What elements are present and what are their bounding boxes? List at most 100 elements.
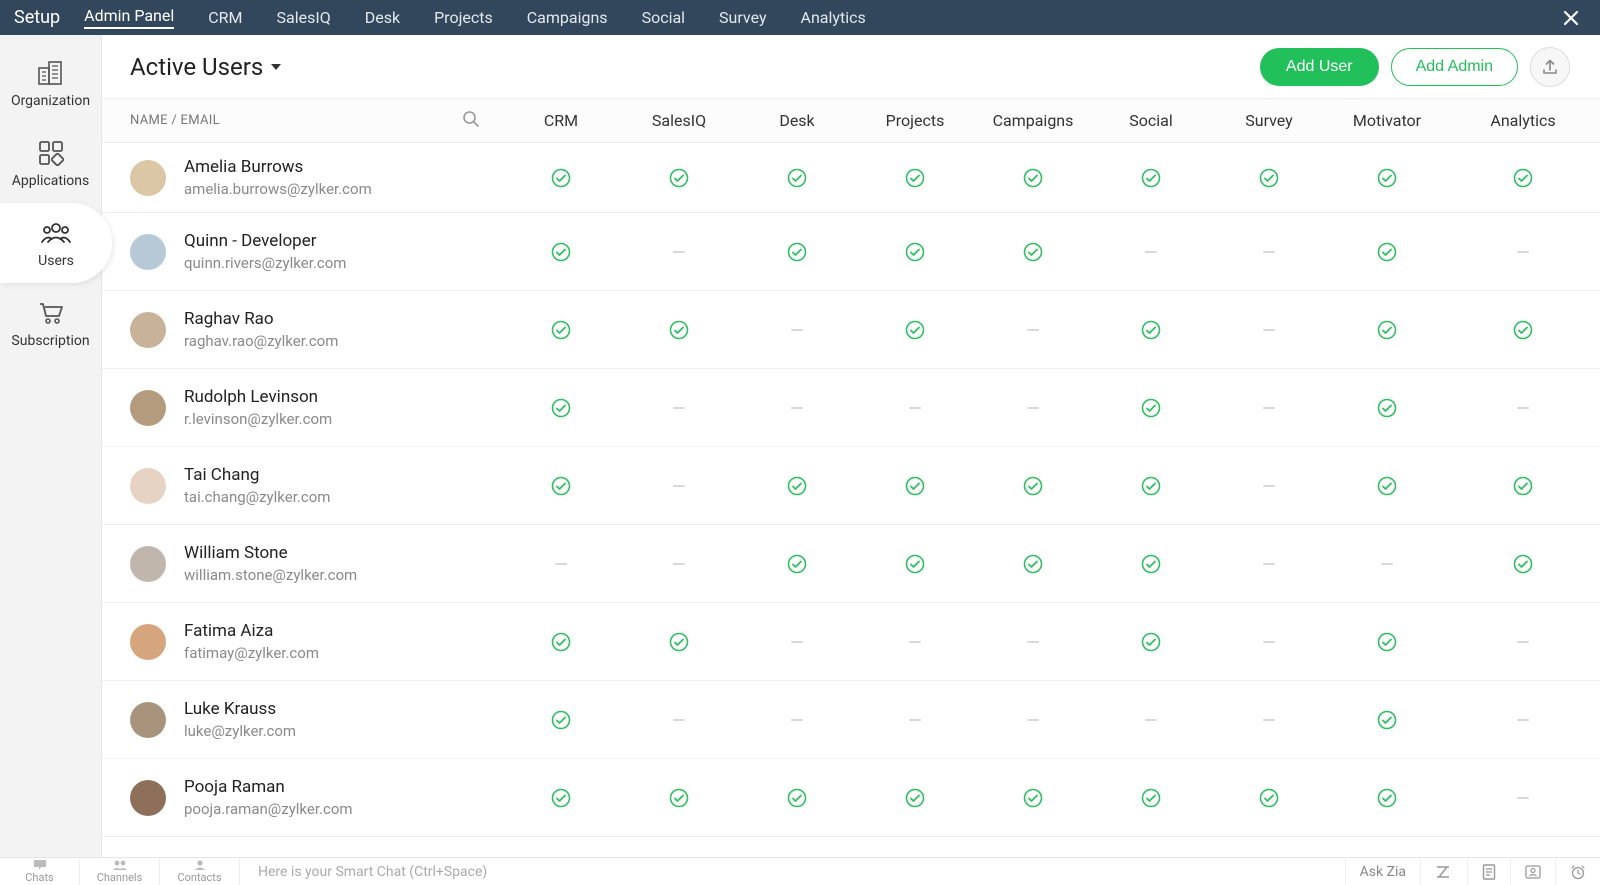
user-row[interactable]: Rudolph Levinsonr.levinson@zylker.com <box>102 369 1600 447</box>
access-cell-desk[interactable] <box>738 719 856 721</box>
access-cell-desk[interactable] <box>738 641 856 643</box>
user-row[interactable]: Luke Kraussluke@zylker.com <box>102 681 1600 759</box>
access-cell-social[interactable] <box>1092 788 1210 808</box>
access-cell-survey[interactable] <box>1210 407 1328 409</box>
footer-tool-1[interactable] <box>1420 858 1467 885</box>
access-cell-projects[interactable] <box>856 242 974 262</box>
access-cell-salesiq[interactable] <box>620 320 738 340</box>
access-cell-campaigns[interactable] <box>974 719 1092 721</box>
access-cell-analytics[interactable] <box>1446 476 1600 496</box>
access-cell-survey[interactable] <box>1210 168 1328 188</box>
access-cell-social[interactable] <box>1092 719 1210 721</box>
access-cell-salesiq[interactable] <box>620 168 738 188</box>
top-tab-analytics[interactable]: Analytics <box>801 8 866 27</box>
access-cell-motivator[interactable] <box>1328 710 1446 730</box>
access-cell-salesiq[interactable] <box>620 485 738 487</box>
access-cell-analytics[interactable] <box>1446 719 1600 721</box>
search-button[interactable] <box>462 110 480 132</box>
access-cell-analytics[interactable] <box>1446 407 1600 409</box>
access-cell-campaigns[interactable] <box>974 168 1092 188</box>
access-cell-salesiq[interactable] <box>620 632 738 652</box>
footer-tool-2[interactable] <box>1467 858 1510 885</box>
sidebar-item-organization[interactable]: Organization <box>0 43 101 123</box>
top-tab-salesiq[interactable]: SalesIQ <box>277 8 331 27</box>
access-cell-social[interactable] <box>1092 398 1210 418</box>
access-cell-analytics[interactable] <box>1446 554 1600 574</box>
column-header-survey[interactable]: Survey <box>1210 111 1328 130</box>
user-row[interactable]: Quinn - Developerquinn.rivers@zylker.com <box>102 213 1600 291</box>
access-cell-survey[interactable] <box>1210 788 1328 808</box>
access-cell-survey[interactable] <box>1210 563 1328 565</box>
footer-tab-contacts[interactable]: Contacts <box>160 858 240 885</box>
access-cell-motivator[interactable] <box>1328 242 1446 262</box>
access-cell-survey[interactable] <box>1210 485 1328 487</box>
access-cell-desk[interactable] <box>738 242 856 262</box>
access-cell-crm[interactable] <box>502 632 620 652</box>
user-row[interactable]: Tai Changtai.chang@zylker.com <box>102 447 1600 525</box>
access-cell-desk[interactable] <box>738 168 856 188</box>
column-header-motivator[interactable]: Motivator <box>1328 111 1446 130</box>
access-cell-crm[interactable] <box>502 242 620 262</box>
access-cell-analytics[interactable] <box>1446 320 1600 340</box>
add-admin-button[interactable]: Add Admin <box>1391 48 1518 86</box>
access-cell-social[interactable] <box>1092 554 1210 574</box>
column-header-campaigns[interactable]: Campaigns <box>974 111 1092 130</box>
access-cell-social[interactable] <box>1092 632 1210 652</box>
access-cell-projects[interactable] <box>856 476 974 496</box>
access-cell-survey[interactable] <box>1210 719 1328 721</box>
access-cell-salesiq[interactable] <box>620 719 738 721</box>
column-header-projects[interactable]: Projects <box>856 111 974 130</box>
footer-tab-chats[interactable]: Chats <box>0 858 80 885</box>
access-cell-social[interactable] <box>1092 251 1210 253</box>
smart-chat-input[interactable]: Here is your Smart Chat (Ctrl+Space) <box>240 864 1345 880</box>
top-tab-desk[interactable]: Desk <box>365 8 400 27</box>
access-cell-crm[interactable] <box>502 476 620 496</box>
top-tab-projects[interactable]: Projects <box>434 8 493 27</box>
top-tab-survey[interactable]: Survey <box>719 8 766 27</box>
access-cell-salesiq[interactable] <box>620 251 738 253</box>
access-cell-salesiq[interactable] <box>620 563 738 565</box>
access-cell-analytics[interactable] <box>1446 797 1600 799</box>
access-cell-survey[interactable] <box>1210 641 1328 643</box>
add-user-button[interactable]: Add User <box>1260 48 1379 86</box>
ask-zia-button[interactable]: Ask Zia <box>1345 858 1420 885</box>
footer-tab-channels[interactable]: Channels <box>80 858 160 885</box>
access-cell-projects[interactable] <box>856 320 974 340</box>
access-cell-desk[interactable] <box>738 407 856 409</box>
column-header-crm[interactable]: CRM <box>502 111 620 130</box>
user-row[interactable]: Raghav Raoraghav.rao@zylker.com <box>102 291 1600 369</box>
close-button[interactable] <box>1542 9 1600 27</box>
access-cell-projects[interactable] <box>856 788 974 808</box>
access-cell-motivator[interactable] <box>1328 632 1446 652</box>
top-tab-social[interactable]: Social <box>642 8 685 27</box>
access-cell-social[interactable] <box>1092 168 1210 188</box>
top-tab-crm[interactable]: CRM <box>208 8 242 27</box>
user-row[interactable]: William Stonewilliam.stone@zylker.com <box>102 525 1600 603</box>
sidebar-item-users[interactable]: Users <box>0 203 112 283</box>
access-cell-campaigns[interactable] <box>974 476 1092 496</box>
top-tab-campaigns[interactable]: Campaigns <box>527 8 608 27</box>
footer-tool-4[interactable] <box>1555 858 1600 885</box>
access-cell-campaigns[interactable] <box>974 407 1092 409</box>
access-cell-projects[interactable] <box>856 719 974 721</box>
column-header-analytics[interactable]: Analytics <box>1446 111 1600 130</box>
user-row[interactable]: Amelia Burrowsamelia.burrows@zylker.com <box>102 143 1600 213</box>
access-cell-analytics[interactable] <box>1446 641 1600 643</box>
access-cell-campaigns[interactable] <box>974 788 1092 808</box>
access-cell-crm[interactable] <box>502 710 620 730</box>
access-cell-salesiq[interactable] <box>620 788 738 808</box>
access-cell-motivator[interactable] <box>1328 563 1446 565</box>
access-cell-crm[interactable] <box>502 788 620 808</box>
access-cell-projects[interactable] <box>856 407 974 409</box>
access-cell-campaigns[interactable] <box>974 641 1092 643</box>
access-cell-crm[interactable] <box>502 168 620 188</box>
sidebar-item-applications[interactable]: Applications <box>0 123 101 203</box>
footer-tool-3[interactable] <box>1510 858 1555 885</box>
access-cell-analytics[interactable] <box>1446 168 1600 188</box>
access-cell-desk[interactable] <box>738 476 856 496</box>
export-button[interactable] <box>1530 47 1570 87</box>
access-cell-salesiq[interactable] <box>620 407 738 409</box>
access-cell-motivator[interactable] <box>1328 476 1446 496</box>
access-cell-campaigns[interactable] <box>974 554 1092 574</box>
access-cell-crm[interactable] <box>502 398 620 418</box>
